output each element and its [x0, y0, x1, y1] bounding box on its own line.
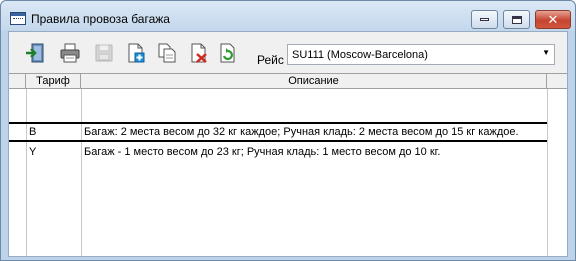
column-divider: [547, 89, 548, 256]
cell-tarif[interactable]: Y: [29, 146, 36, 158]
baggage-rules-window: Правила провоза багажа ✕ Рейс SU111 (Mos…: [0, 0, 576, 261]
copy-button[interactable]: [157, 43, 177, 63]
delete-button[interactable]: [189, 43, 209, 63]
delete-document-icon: [191, 43, 207, 63]
row-indicator-header: [9, 74, 26, 89]
column-divider: [81, 89, 82, 256]
minimize-button[interactable]: [471, 10, 498, 29]
toolbar: Рейс SU111 (Moscow-Barcelona) ▼: [9, 32, 567, 73]
cell-description[interactable]: Багаж: 2 места весом до 32 кг каждое; Ру…: [84, 126, 519, 138]
flight-select-value: SU111 (Moscow-Barcelona): [292, 49, 428, 61]
column-divider: [26, 89, 27, 256]
row-indicator: [9, 124, 26, 141]
column-header-description[interactable]: Описание: [81, 74, 547, 89]
refresh-button[interactable]: [218, 43, 238, 63]
exit-door-icon: [26, 43, 44, 63]
close-icon: ✕: [547, 12, 559, 27]
cell-tarif[interactable]: B: [29, 126, 36, 138]
title-bar[interactable]: Правила провоза багажа ✕: [1, 1, 575, 31]
row-indicator: [9, 144, 26, 161]
maximize-icon: [511, 15, 522, 24]
save-disk-icon: [95, 44, 113, 62]
column-header-tarif[interactable]: Тариф: [26, 74, 81, 89]
flight-select[interactable]: SU111 (Moscow-Barcelona) ▼: [287, 44, 555, 65]
maximize-button[interactable]: [503, 10, 530, 29]
add-button[interactable]: [126, 43, 146, 63]
copy-documents-icon: [158, 43, 176, 63]
add-document-icon: [128, 43, 145, 63]
close-button[interactable]: ✕: [535, 10, 571, 29]
window-title: Правила провоза багажа: [31, 12, 170, 26]
printer-icon: [60, 43, 80, 63]
table-header: Тариф Описание: [9, 74, 567, 89]
exit-button[interactable]: [25, 43, 45, 63]
table-row[interactable]: Y Багаж - 1 место весом до 23 кг; Ручная…: [9, 144, 547, 161]
minimize-icon: [480, 18, 489, 21]
refresh-icon: [220, 43, 235, 63]
chevron-down-icon[interactable]: ▼: [542, 48, 550, 57]
tariff-table: Тариф Описание B Багаж: 2 места весом до…: [9, 73, 567, 256]
table-row[interactable]: B Багаж: 2 места весом до 32 кг каждое; …: [9, 122, 547, 142]
flight-label: Рейс: [257, 53, 284, 67]
app-window-icon: [10, 12, 26, 25]
header-filler: [547, 74, 567, 89]
save-button[interactable]: [94, 43, 114, 63]
print-button[interactable]: [60, 43, 80, 63]
client-area: Рейс SU111 (Moscow-Barcelona) ▼ Тариф Оп…: [8, 31, 568, 257]
cell-description[interactable]: Багаж - 1 место весом до 23 кг; Ручная к…: [84, 146, 440, 158]
